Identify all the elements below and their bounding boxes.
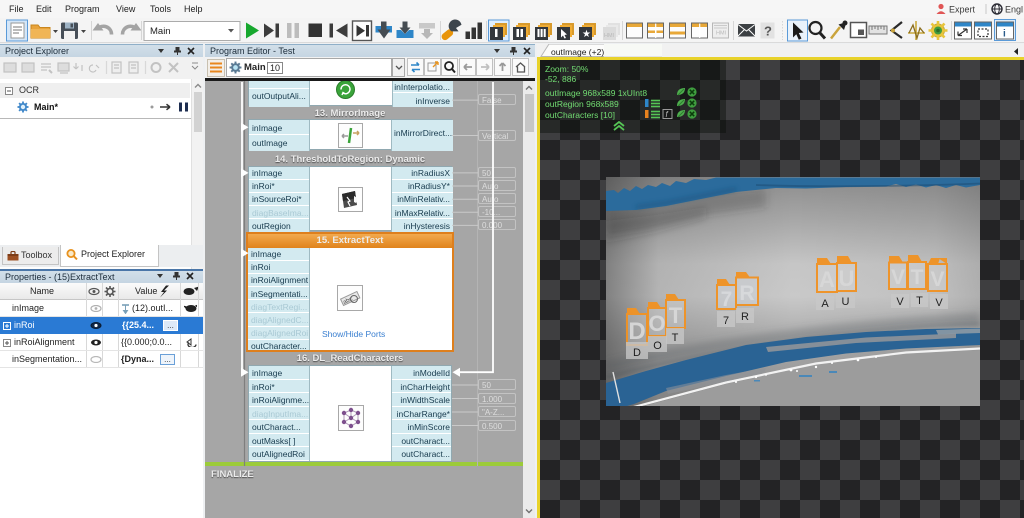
svg-text:D: D — [633, 347, 641, 359]
svg-text:R: R — [741, 311, 749, 323]
svg-text:f: f — [666, 110, 669, 119]
svg-text:R: R — [739, 282, 754, 305]
svg-text:U: U — [839, 266, 855, 291]
svg-text:D: D — [628, 318, 645, 345]
svg-text:V: V — [891, 266, 905, 289]
svg-text:HMI: HMI — [604, 33, 615, 39]
svg-text:U: U — [842, 296, 850, 308]
svg-text:?: ? — [764, 24, 772, 39]
svg-text:i: i — [1003, 29, 1006, 40]
svg-text:A: A — [821, 298, 829, 310]
svg-text:A: A — [819, 267, 835, 292]
svg-text:Expert: Expert — [949, 5, 976, 15]
svg-text:T: T — [911, 266, 924, 289]
svg-text:T: T — [916, 295, 923, 307]
svg-text:O: O — [648, 311, 665, 336]
svg-text:O: O — [653, 340, 662, 352]
svg-text:Engl: Engl — [1005, 5, 1023, 15]
svg-text:V: V — [896, 296, 904, 308]
svg-text:V: V — [930, 268, 944, 291]
svg-text:HMI: HMI — [716, 31, 727, 37]
svg-text:Main: Main — [150, 26, 171, 37]
svg-text:★: ★ — [582, 29, 591, 40]
svg-text:T: T — [672, 332, 679, 344]
svg-text:7: 7 — [721, 288, 733, 311]
svg-text:T: T — [669, 303, 683, 328]
svg-text:7: 7 — [723, 315, 729, 327]
svg-text:V: V — [935, 297, 943, 309]
